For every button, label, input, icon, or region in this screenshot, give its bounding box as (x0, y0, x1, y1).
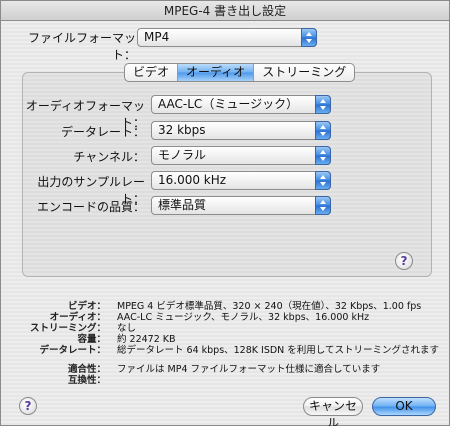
tab-video[interactable]: ビデオ (125, 64, 179, 81)
channels-popup[interactable]: モノラル (151, 146, 331, 165)
summary-section: ビデオ： MPEG 4 ビデオ標準品質、320 × 240（現在値）、32 Kb… (1, 301, 450, 391)
chevron-updown-icon (315, 121, 331, 140)
channels-label: チャンネル： (73, 150, 145, 164)
summary-interop-label: 互換性： (67, 375, 106, 386)
tab-streaming[interactable]: ストリーミング (254, 64, 354, 81)
chevron-updown-icon (315, 146, 331, 165)
summary-datarate-label: データレート： (39, 345, 106, 356)
audio-format-value: AAC-LC（ミュージック） (158, 97, 299, 111)
encode-quality-value: 標準品質 (158, 198, 207, 212)
file-format-value: MP4 (144, 30, 170, 44)
tab-audio[interactable]: オーディオ (178, 64, 255, 81)
summary-audio-value: AAC-LC ミュージック、モノラル、32 kbps、16.000 kHz (117, 312, 370, 323)
file-format-popup[interactable]: MP4 (137, 28, 317, 47)
sample-rate-popup[interactable]: 16.000 kHz (151, 171, 331, 190)
summary-compat-value: ファイルは MP4 ファイルフォーマット仕様に適合しています (117, 364, 381, 375)
help-icon[interactable]: ? (19, 397, 37, 415)
export-settings-window: MPEG-4 書き出し設定 ファイルフォーマット： MP4 ビデオ オーディオ … (0, 0, 450, 426)
ok-button[interactable]: OK (372, 397, 436, 416)
data-rate-popup[interactable]: 32 kbps (151, 121, 331, 140)
chevron-updown-icon (315, 196, 331, 215)
chevron-updown-icon (315, 171, 331, 190)
window-title: MPEG-4 書き出し設定 (1, 1, 449, 21)
cancel-button[interactable]: キャンセル (303, 397, 363, 426)
settings-tabs: ビデオ オーディオ ストリーミング (124, 63, 356, 82)
encode-quality-popup[interactable]: 標準品質 (151, 196, 331, 215)
chevron-updown-icon (315, 95, 331, 114)
channels-value: モノラル (158, 148, 207, 162)
summary-datarate-value: 総データレート 64 kbps、128K ISDN を利用してストリーミングされ… (117, 345, 440, 356)
help-icon[interactable]: ? (395, 252, 413, 270)
data-rate-label: データレート： (60, 125, 145, 139)
file-format-label: ファイルフォーマット： (27, 31, 136, 62)
chevron-updown-icon (301, 28, 317, 47)
data-rate-value: 32 kbps (158, 123, 206, 137)
encode-quality-label: エンコードの品質： (36, 200, 145, 214)
sample-rate-value: 16.000 kHz (158, 173, 227, 187)
audio-format-popup[interactable]: AAC-LC（ミュージック） (151, 95, 331, 114)
